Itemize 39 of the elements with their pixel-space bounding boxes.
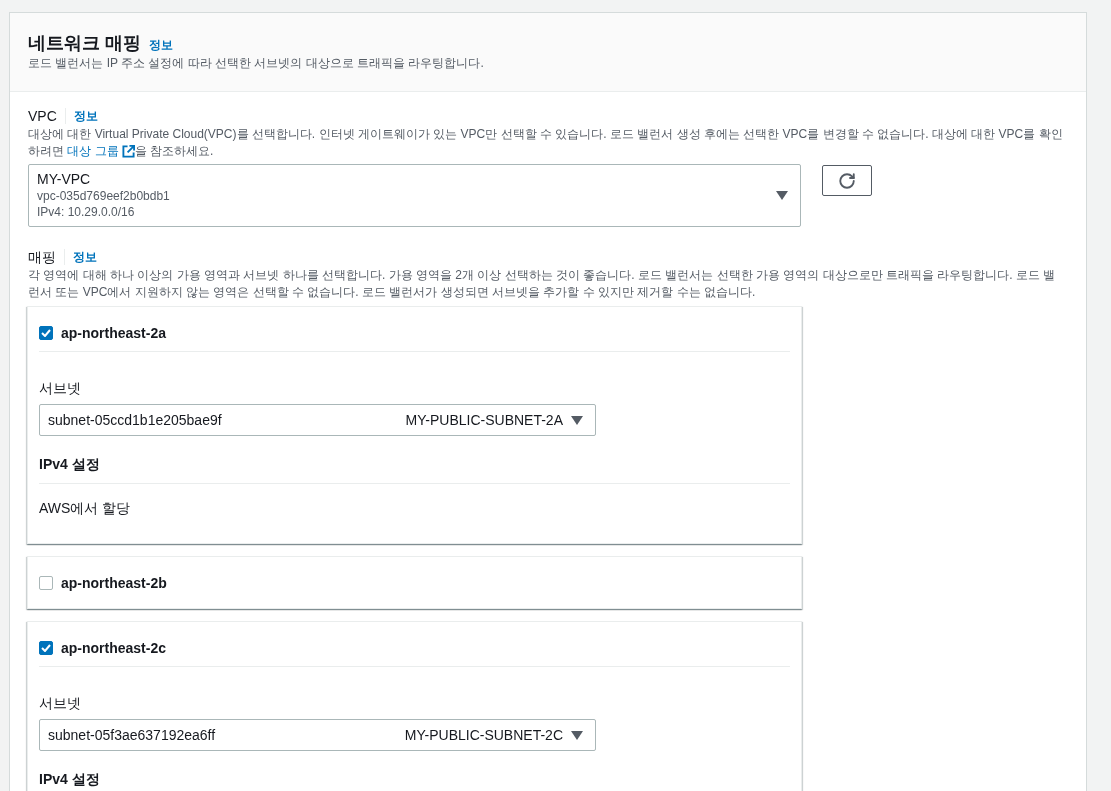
refresh-icon xyxy=(838,171,856,190)
checkmark-icon xyxy=(41,329,51,337)
mapping-description: 각 영역에 대해 하나 이상의 가용 영역과 서브넷 하나를 선택합니다. 가용 영역을 2개 이상 선택하는 것이 좋습니다. 로드 밸런서는 선택한 가용 영역의 대상으로만 트래픽을 라우팅합니다. 로드 밸런서 또는 VPC에서 지원하지 않는 영역은 선택할 수 없습니다. 로드 밸런서가 생성되면 서브넷을 추가할 수 있지만 제거할 수는 없습니다. xyxy=(28,267,1057,301)
subnet-name: MY-PUBLIC-SUBNET-2C xyxy=(404,726,563,745)
checkmark-icon xyxy=(41,644,51,652)
vpc-id: vpc-035d769eef2b0bdb1 xyxy=(37,188,171,204)
zone-name: ap-northeast-2c xyxy=(61,639,167,658)
vpc-description: 대상에 대한 Virtual Private Cloud(VPC)를 선택합니다. 인터넷 게이트웨이가 있는 VPC만 선택할 수 있습니다. 로드 밸런서 생성 후에는 선택한 VPC를 변경할 수 없습니다. 대상에 대한 VPC를 확인하려면 대상 그룹 을 참조하세요. xyxy=(28,126,1064,160)
subnet-select[interactable]: subnet-05ccd1b1e205bae9f MY-PUBLIC-SUBNET-2A xyxy=(39,404,596,436)
caret-down-icon xyxy=(776,190,788,200)
subnet-name: MY-PUBLIC-SUBNET-2A xyxy=(405,411,563,430)
section-title: 네트워크 매핑 xyxy=(28,32,141,54)
caret-down-icon xyxy=(571,415,583,425)
vpc-select[interactable]: MY-VPC vpc-035d769eef2b0bdb1 IPv4: 10.29.0.0/16 xyxy=(28,164,801,227)
info-link[interactable]: 정보 xyxy=(73,108,98,124)
checkbox[interactable] xyxy=(39,326,53,340)
vpc-cidr: IPv4: 10.29.0.0/16 xyxy=(37,204,136,220)
subnet-label: 서브넷 xyxy=(39,379,82,398)
vpc-label: VPC xyxy=(28,107,57,126)
subnet-id: subnet-05f3ae637192ea6ff xyxy=(48,726,217,745)
ipv4-settings-heading: IPv4 설정 xyxy=(39,770,100,789)
caret-down-icon xyxy=(571,730,583,740)
checkbox[interactable] xyxy=(39,576,53,590)
subnet-label: 서브넷 xyxy=(39,694,82,713)
refresh-button[interactable] xyxy=(822,165,872,196)
zone-name: ap-northeast-2a xyxy=(61,324,167,343)
ipv4-settings-value: AWS에서 할당 xyxy=(39,499,132,518)
info-link[interactable]: 정보 xyxy=(149,37,173,53)
zone-name: ap-northeast-2b xyxy=(61,574,167,593)
vpc-name: MY-VPC xyxy=(37,170,92,188)
subnet-id: subnet-05ccd1b1e205bae9f xyxy=(48,411,223,430)
section-description: 로드 밸런서는 IP 주소 설정에 따라 선택한 서브넷의 대상으로 트래픽을 라우팅합니다. xyxy=(28,55,485,72)
subnet-select[interactable]: subnet-05f3ae637192ea6ff MY-PUBLIC-SUBNET-2C xyxy=(39,719,596,751)
ipv4-settings-heading: IPv4 설정 xyxy=(39,455,100,474)
external-link-icon xyxy=(121,145,135,158)
mapping-label: 매핑 xyxy=(28,248,56,267)
target-group-link[interactable]: 대상 그룹 xyxy=(67,143,135,160)
checkbox[interactable] xyxy=(39,641,53,655)
info-link[interactable]: 정보 xyxy=(73,249,97,265)
